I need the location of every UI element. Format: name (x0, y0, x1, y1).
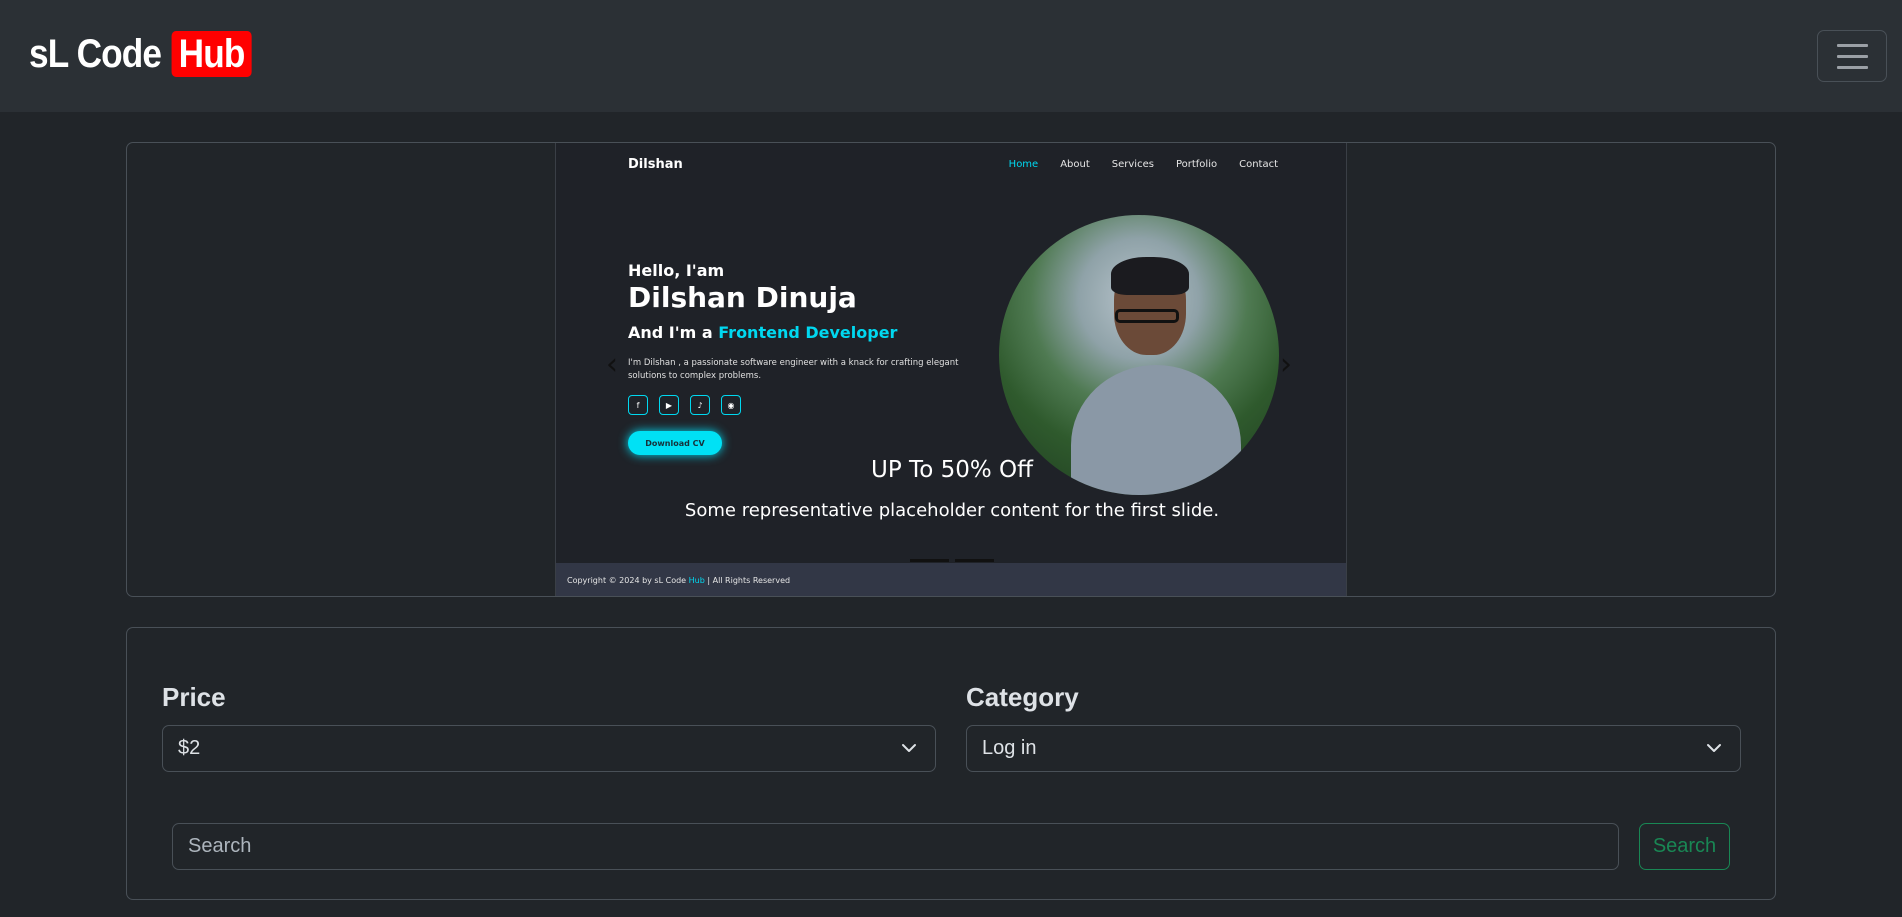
brand-highlight-text: Hub (171, 31, 252, 77)
carousel-slide-image: Dilshan Home About Services Portfolio Co… (555, 143, 1347, 596)
slide-nav-contact: Contact (1239, 159, 1278, 170)
brand-logo[interactable]: sL Code Hub (29, 30, 252, 78)
brand-main-text: sL Code (29, 31, 162, 76)
search-input[interactable] (172, 823, 1619, 870)
price-select-value: $2 (178, 737, 201, 759)
tiktok-icon: ♪ (690, 395, 710, 415)
hamburger-menu-icon-bar (1836, 65, 1868, 69)
filter-card: Price $2 Category Log in Search (126, 627, 1776, 900)
carousel-indicator-1[interactable] (910, 559, 949, 562)
carousel-indicator-2[interactable] (955, 559, 994, 562)
slide-footer-prefix: Copyright © 2024 by sL Code (567, 576, 687, 585)
facebook-icon: f (628, 395, 648, 415)
carousel: Dilshan Home About Services Portfolio Co… (126, 142, 1776, 597)
slide-name-heading: Dilshan Dinuja (628, 281, 857, 314)
slide-nav-home: Home (1008, 159, 1039, 170)
slide-nav-about: About (1060, 159, 1090, 170)
slide-nav-portfolio: Portfolio (1175, 159, 1218, 170)
chevron-down-icon (1707, 744, 1721, 752)
carousel-prev-icon[interactable]: ‹ (606, 348, 628, 382)
hamburger-menu-icon-bar (1836, 54, 1868, 58)
category-select[interactable]: Log in (966, 725, 1741, 772)
github-icon: ◉ (721, 395, 741, 415)
slide-footer: Copyright © 2024 by sL Code Hub | All Ri… (556, 563, 1346, 596)
slide-role-prefix: And I'm a (628, 323, 713, 342)
navbar-toggler-button[interactable] (1817, 30, 1887, 82)
slide-role-highlight: Frontend Developer (718, 323, 898, 342)
slide-nav-menu: Home About Services Portfolio Contact (1009, 159, 1278, 170)
slide-site-brand: Dilshan (628, 157, 683, 172)
category-select-value: Log in (982, 737, 1037, 759)
carousel-next-icon[interactable]: › (1280, 348, 1302, 382)
slide-footer-suffix: | All Rights Reserved (707, 576, 791, 585)
profile-photo-hair (1111, 257, 1189, 295)
slide-description: I'm Dilshan , a passionate software engi… (628, 358, 959, 381)
profile-photo-glasses (1115, 309, 1179, 323)
carousel-caption-text: Some representative placeholder content … (684, 500, 1220, 521)
youtube-icon: ▶ (659, 395, 679, 415)
slide-download-cv-button: Download CV (628, 431, 722, 455)
profile-photo (999, 215, 1279, 495)
category-label: Category (966, 682, 1079, 712)
carousel-caption-title: UP To 50% Off (871, 457, 1033, 483)
slide-role-text: And I'm a Frontend Developer (628, 323, 897, 342)
navbar: sL Code Hub (0, 0, 1902, 112)
chevron-down-icon (902, 744, 916, 752)
carousel-indicators (910, 559, 994, 562)
search-button[interactable]: Search (1639, 823, 1730, 870)
slide-nav-services: Services (1111, 159, 1154, 170)
slide-social-icons: f ▶ ♪ ◉ (628, 395, 741, 415)
slide-footer-highlight: Hub (688, 576, 705, 585)
price-label: Price (162, 682, 226, 712)
slide-hello-text: Hello, I'am (628, 261, 725, 280)
hamburger-menu-icon (1836, 43, 1868, 47)
price-select[interactable]: $2 (162, 725, 936, 772)
slide-footer-text: Copyright © 2024 by sL Code Hub | All Ri… (567, 576, 790, 585)
